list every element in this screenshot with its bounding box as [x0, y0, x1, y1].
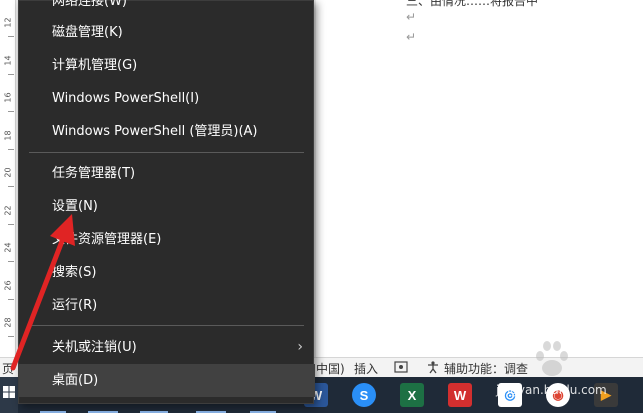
ruler-tick: [8, 336, 14, 337]
ruler-tick: [8, 36, 14, 37]
menu-item-run[interactable]: 运行(R): [19, 289, 315, 322]
ruler-number: 24: [3, 242, 13, 253]
ruler-tick: [8, 223, 14, 225]
menu-item-powershell[interactable]: Windows PowerShell(I): [19, 82, 315, 115]
menu-item-file-explorer[interactable]: 文件资源管理器(E): [19, 223, 315, 256]
menu-item-powershell-admin[interactable]: Windows PowerShell (管理员)(A): [19, 115, 315, 148]
paragraph-mark-icon: ↵: [406, 30, 417, 44]
status-accessibility[interactable]: 辅助功能：调查: [444, 360, 528, 377]
document-text: 三、由情况……将报告中: [406, 0, 539, 8]
macro-record-icon[interactable]: [394, 360, 408, 377]
baidu-paw-watermark-icon: [536, 341, 568, 376]
paragraph-mark-icon: ↵: [406, 10, 417, 24]
ruler-number: 16: [3, 92, 13, 103]
vertical-ruler: 12 14 16 18 20 22 24 26 28: [0, 0, 16, 357]
excel-icon[interactable]: X: [400, 383, 424, 407]
menu-item-disk-management[interactable]: 磁盘管理(K): [19, 16, 315, 49]
ruler-tick: [8, 298, 14, 300]
status-page[interactable]: 页: [2, 360, 14, 377]
menu-item-task-manager[interactable]: 任务管理器(T): [19, 157, 315, 190]
baidu-watermark: jingyan.baidu.com: [496, 383, 607, 397]
ruler-number: 28: [3, 317, 13, 328]
ruler-number: 22: [3, 204, 13, 216]
ruler-number: 14: [3, 54, 13, 66]
document-page[interactable]: 三、由情况……将报告中 ↵ ↵: [316, 0, 643, 357]
ruler-number: 20: [3, 167, 13, 178]
status-language[interactable]: 中国): [316, 360, 345, 377]
ruler-tick: [8, 111, 14, 112]
windows-logo-icon: [3, 386, 15, 398]
ruler-tick: [8, 73, 14, 75]
ruler-number: 18: [3, 129, 13, 141]
ruler-tick: [8, 148, 14, 150]
menu-item-shutdown-signout[interactable]: 关机或注销(U) ›: [19, 331, 315, 364]
wps-icon[interactable]: W: [448, 383, 472, 407]
menu-separator: [29, 152, 304, 153]
status-insert-mode[interactable]: 插入: [354, 360, 378, 377]
accessibility-icon[interactable]: [426, 360, 440, 377]
menu-item-desktop[interactable]: 桌面(D): [19, 364, 315, 397]
start-button[interactable]: [0, 377, 18, 413]
sogou-icon[interactable]: S: [352, 383, 376, 407]
chevron-right-icon: ›: [297, 339, 303, 355]
ruler-number: 12: [3, 17, 13, 28]
ruler-tick: [8, 186, 14, 187]
power-user-menu: 网络连接(W) 磁盘管理(K) 计算机管理(G) Windows PowerSh…: [18, 0, 315, 404]
menu-item-settings[interactable]: 设置(N): [19, 190, 315, 223]
menu-item-computer-management[interactable]: 计算机管理(G): [19, 49, 315, 82]
ruler-number: 26: [3, 279, 13, 291]
menu-item-search[interactable]: 搜索(S): [19, 256, 315, 289]
menu-separator: [29, 325, 304, 326]
ruler-tick: [8, 261, 14, 262]
